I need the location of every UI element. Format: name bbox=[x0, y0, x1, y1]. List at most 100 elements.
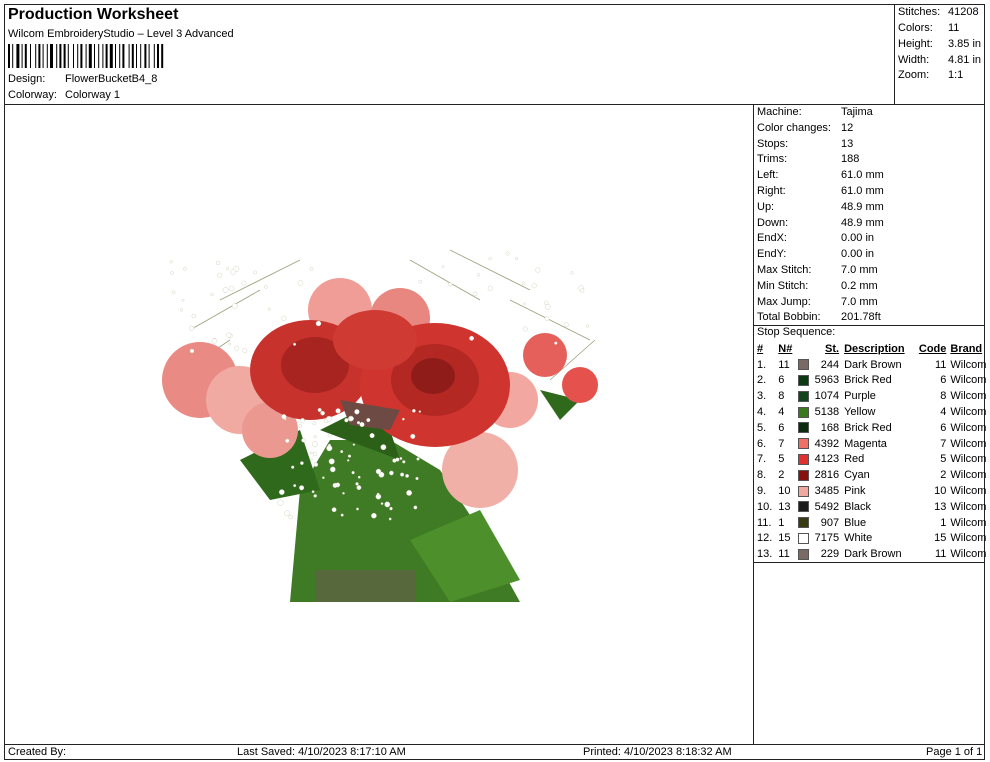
stop-index: 1. bbox=[757, 358, 767, 371]
color-description: Blue bbox=[844, 516, 867, 529]
machine-info-label: Total Bobbin: bbox=[757, 311, 821, 324]
machine-info-value: 48.9 mm bbox=[841, 200, 884, 213]
thread-brand: Wilcom bbox=[950, 500, 987, 513]
machine-info-value: 0.00 in bbox=[841, 248, 875, 261]
color-swatch-cell bbox=[796, 531, 810, 547]
color-description: Black bbox=[844, 500, 872, 513]
machine-info-row: EndY: 0.00 in bbox=[757, 248, 874, 260]
machine-info-value: 7.0 mm bbox=[841, 295, 878, 308]
header-brand: Brand bbox=[950, 342, 983, 355]
colors-label: Colors: bbox=[898, 22, 933, 34]
height-row: Height: 3.85 in bbox=[898, 38, 981, 50]
machine-info-value: 48.9 mm bbox=[841, 216, 884, 229]
stop-sequence-row: 1. 11 244 Dark Brown 11 Wilcom bbox=[755, 357, 990, 373]
color-code: 1 bbox=[940, 516, 947, 529]
color-code: 2 bbox=[940, 469, 947, 482]
needle-number: 11 bbox=[778, 548, 790, 561]
color-code: 6 bbox=[940, 421, 947, 434]
needle-number: 11 bbox=[778, 358, 790, 371]
machine-info-value: 13 bbox=[841, 137, 854, 150]
color-swatch-cell bbox=[796, 467, 810, 483]
summary-divider bbox=[894, 4, 895, 104]
machine-info-row: Stops: 13 bbox=[757, 138, 853, 150]
color-description: White bbox=[844, 532, 873, 545]
stop-index: 8. bbox=[757, 469, 767, 482]
stop-index: 4. bbox=[757, 406, 767, 419]
machine-info-row: Color changes: 12 bbox=[757, 122, 853, 134]
needle-number: 4 bbox=[778, 406, 785, 419]
color-swatch-cell bbox=[796, 546, 810, 562]
stitch-count: 2816 bbox=[814, 469, 840, 482]
color-description: Purple bbox=[844, 390, 876, 403]
color-swatch-cell bbox=[796, 420, 810, 436]
machine-info-row: Max Jump: 7.0 mm bbox=[757, 296, 878, 308]
machine-info-row: Machine: Tajima bbox=[757, 106, 873, 118]
stop-index: 12. bbox=[757, 532, 773, 545]
color-swatch-cell bbox=[796, 483, 810, 499]
info-panel-divider bbox=[753, 104, 754, 744]
machine-info-row: Up: 48.9 mm bbox=[757, 201, 884, 213]
color-code: 11 bbox=[934, 358, 947, 371]
stop-sequence-row: 2. 6 5963 Brick Red 6 Wilcom bbox=[755, 373, 990, 389]
machine-info-label: EndX: bbox=[757, 232, 787, 245]
thread-brand: Wilcom bbox=[950, 406, 987, 419]
color-code: 6 bbox=[940, 374, 947, 387]
zoom-value: 1:1 bbox=[948, 69, 964, 81]
color-swatch bbox=[797, 485, 809, 497]
needle-number: 13 bbox=[778, 500, 791, 513]
needle-number: 1 bbox=[778, 516, 785, 529]
stop-sequence-title: Stop Sequence: bbox=[757, 326, 836, 338]
header-stitches: St. bbox=[825, 342, 840, 355]
machine-info-row: Down: 48.9 mm bbox=[757, 217, 884, 229]
stitch-count: 4392 bbox=[814, 437, 840, 450]
stop-sequence-row: 12. 15 7175 White 15 Wilcom bbox=[755, 531, 990, 547]
color-swatch bbox=[797, 359, 809, 371]
color-description: Red bbox=[844, 453, 865, 466]
color-swatch bbox=[797, 501, 809, 513]
machine-info-label: Stops: bbox=[757, 137, 789, 150]
color-description: Brick Red bbox=[844, 374, 892, 387]
stop-index: 5. bbox=[757, 421, 767, 434]
color-swatch bbox=[797, 469, 809, 481]
machine-info-label: Machine: bbox=[757, 106, 802, 118]
color-description: Yellow bbox=[844, 406, 876, 419]
design-preview bbox=[162, 249, 598, 602]
color-swatch-cell bbox=[796, 499, 810, 515]
header-description: Description bbox=[844, 342, 905, 355]
stitch-count: 168 bbox=[820, 421, 840, 434]
stop-index: 11. bbox=[757, 516, 772, 529]
colors-value: 11 bbox=[948, 22, 960, 34]
stop-index: 13. bbox=[757, 548, 773, 561]
last-saved: Last Saved: 4/10/2023 8:17:10 AM bbox=[237, 746, 406, 758]
color-description: Brick Red bbox=[844, 421, 892, 434]
design-row: Design: FlowerBucketB4_8 bbox=[8, 73, 157, 85]
color-swatch bbox=[797, 454, 809, 466]
color-code: 10 bbox=[934, 485, 947, 498]
height-value: 3.85 in bbox=[948, 38, 982, 50]
stop-sequence-row: 13. 11 229 Dark Brown 11 Wilcom bbox=[755, 546, 990, 562]
color-code: 15 bbox=[934, 532, 947, 545]
colorway-label: Colorway: bbox=[8, 89, 57, 101]
thread-brand: Wilcom bbox=[950, 421, 987, 434]
color-description: Pink bbox=[844, 485, 866, 498]
stop-index: 10. bbox=[757, 500, 773, 513]
color-swatch-cell bbox=[796, 388, 810, 404]
width-label: Width: bbox=[898, 54, 930, 66]
color-description: Dark Brown bbox=[844, 548, 902, 561]
machine-info-label: Color changes: bbox=[757, 121, 831, 134]
stitch-count: 5138 bbox=[814, 406, 840, 419]
thread-brand: Wilcom bbox=[950, 485, 987, 498]
color-swatch-cell bbox=[796, 436, 810, 452]
machine-info-row: Max Stitch: 7.0 mm bbox=[757, 264, 878, 276]
machine-info-row: Total Bobbin: 201.78ft bbox=[757, 311, 881, 323]
stitch-count: 244 bbox=[820, 358, 840, 371]
stop-sequence-row: 4. 4 5138 Yellow 4 Wilcom bbox=[755, 404, 990, 420]
machine-info-row: EndX: 0.00 in bbox=[757, 232, 874, 244]
stop-index: 2. bbox=[757, 374, 767, 387]
stop-sequence-row: 6. 7 4392 Magenta 7 Wilcom bbox=[755, 436, 990, 452]
machine-info-value: 0.2 mm bbox=[841, 279, 878, 292]
needle-number: 10 bbox=[778, 485, 791, 498]
stop-index: 3. bbox=[757, 390, 767, 403]
zoom-label: Zoom: bbox=[898, 69, 930, 81]
stitch-count: 7175 bbox=[814, 532, 840, 545]
